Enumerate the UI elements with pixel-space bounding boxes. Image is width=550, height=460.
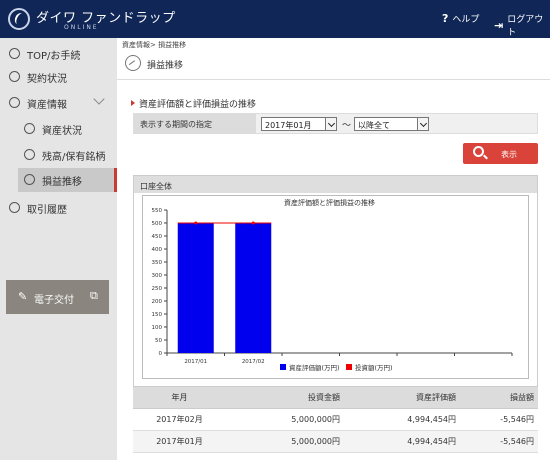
show-button[interactable]: 表示 (463, 143, 538, 164)
sidebar-item-asset-status[interactable]: 資産状況 (0, 117, 117, 141)
history-icon (9, 202, 20, 213)
search-icon (473, 146, 484, 157)
logout-icon: ⇥ (494, 18, 504, 32)
trend-icon (125, 55, 141, 71)
pl-chart: 資産評価額と評価損益の推移 0 50 100 150 200 250 300 350 400 450… (152, 198, 513, 372)
balance-icon (24, 149, 35, 160)
ebook-label: 電子交付 (34, 295, 74, 306)
logout-label: ログアウト (507, 15, 544, 38)
y-tick-label: 100 (152, 325, 163, 331)
table-row: 2017年02月 5,000,000円 4,994,454円 -5,546円 (133, 408, 538, 431)
y-tick-label: 400 (152, 247, 163, 253)
sidebar-item-label: TOP/お手続 (27, 51, 81, 62)
chart-title: 資産評価額と評価損益の推移 (284, 198, 375, 207)
sidebar-item-label: 損益推移 (42, 177, 82, 188)
logo-icon (8, 8, 30, 30)
sidebar-item-label: 残高/保有銘柄 (42, 152, 106, 163)
sidebar-item-top[interactable]: TOP/お手続 (0, 42, 117, 66)
sidebar-item-balance[interactable]: 残高/保有銘柄 (0, 143, 117, 167)
sidebar-item-label: 取引履歴 (27, 205, 67, 216)
question-icon: ? (442, 12, 449, 25)
period-label: 表示する期間の指定 (134, 114, 256, 133)
col-header-valuation: 資産評価額 (344, 387, 460, 409)
cell-valuation: 4,994,454円 (344, 430, 460, 453)
page-header: 損益推移 (117, 49, 550, 80)
panel-title: 口座全体 (134, 176, 537, 193)
brand-subtitle: ONLINE (64, 24, 99, 31)
period-from-select[interactable]: 2017年01月 (261, 117, 337, 131)
col-header-investment: 投資金額 (226, 387, 344, 409)
ebook-button[interactable]: ✎ 電子交付 ⧉ (6, 280, 109, 314)
cell-investment: 5,000,000円 (226, 430, 344, 453)
home-icon (9, 48, 20, 59)
y-tick-label: 450 (152, 234, 163, 240)
help-label: ヘルプ (452, 15, 480, 25)
chevron-down-icon (417, 118, 428, 130)
page-title: 損益推移 (147, 61, 184, 71)
cell-pl: -5,546円 (460, 430, 538, 453)
help-button[interactable]: ? ヘルプ (442, 12, 479, 25)
top-bar: ダイワ ファンドラップ ONLINE ? ヘルプ ⇥ ログアウト (0, 0, 550, 38)
y-tick-label: 500 (152, 221, 163, 227)
period-separator: 〜 (342, 121, 352, 131)
sidebar-item-assets[interactable]: 資産情報 (0, 91, 117, 115)
period-filter: 表示する期間の指定 2017年01月 〜 以降全て (133, 113, 538, 134)
sidebar-item-contract[interactable]: 契約状況 (0, 65, 117, 89)
show-button-label: 表示 (501, 150, 517, 159)
y-tick-label: 200 (152, 299, 163, 305)
asset-status-icon (24, 123, 35, 134)
section-title-text: 資産評価額と評価損益の推移 (139, 100, 257, 110)
bar-2017/02 (235, 223, 272, 353)
trend-icon (24, 174, 35, 185)
col-header-month: 年月 (133, 387, 226, 409)
sidebar-item-label: 契約状況 (27, 74, 67, 85)
x-tick-label: 2017/02 (242, 359, 265, 365)
sidebar-item-label: 資産状況 (42, 126, 82, 137)
contract-icon (9, 71, 20, 82)
y-tick-label: 550 (152, 208, 163, 214)
sidebar: TOP/お手続 契約状況 資産情報 資産状況 残高/保有銘柄 損益推移 取引履歴 (0, 38, 117, 460)
chevron-down-icon (325, 118, 336, 130)
logout-button[interactable]: ⇥ ログアウト (494, 12, 550, 38)
table-row: 2017年01月 5,000,000円 4,994,454円 -5,546円 (133, 430, 538, 453)
legend-label-valuation: 資産評価額(万円) (289, 363, 340, 372)
sidebar-item-label: 資産情報 (27, 100, 67, 111)
asset-icon (9, 97, 20, 108)
chart-container: 資産評価額と評価損益の推移 0 50 100 150 200 250 300 350 400 450… (142, 195, 529, 379)
y-tick-label: 250 (152, 286, 163, 292)
external-link-icon: ⧉ (90, 289, 98, 302)
legend-swatch-investment (346, 364, 352, 370)
chevron-down-icon (93, 93, 105, 105)
cell-valuation: 4,994,454円 (344, 408, 460, 431)
y-tick-label: 300 (152, 273, 163, 279)
section-title: 資産評価額と評価損益の推移 (131, 97, 256, 110)
y-tick-label: 350 (152, 260, 163, 266)
x-tick-label: 2017/01 (184, 359, 207, 365)
cell-month: 2017年01月 (133, 430, 226, 453)
brand-title: ダイワ ファンドラップ (36, 11, 176, 26)
period-to-select[interactable]: 以降全て (354, 117, 429, 131)
sidebar-item-pl-trend[interactable]: 損益推移 (18, 168, 117, 192)
col-header-pl: 損益額 (460, 387, 538, 409)
cell-investment: 5,000,000円 (226, 408, 344, 431)
pen-icon: ✎ (18, 290, 28, 303)
bar-2017/01 (177, 223, 214, 353)
cell-pl: -5,546円 (460, 408, 538, 431)
y-tick-label: 0 (159, 351, 163, 357)
y-tick-label: 150 (152, 312, 163, 318)
period-from-value: 2017年01月 (265, 121, 312, 130)
investment-point-2017/01 (194, 221, 198, 225)
legend-label-investment: 投資額(万円) (355, 363, 393, 372)
investment-point-2017/02 (251, 221, 255, 225)
period-to-value: 以降全て (358, 121, 390, 130)
legend-swatch-valuation (280, 364, 286, 370)
cell-month: 2017年02月 (133, 408, 226, 431)
table-header-row: 年月 投資金額 資産評価額 損益額 (133, 387, 538, 409)
y-tick-label: 50 (155, 338, 162, 344)
pl-table: 年月 投資金額 資産評価額 損益額 2017年02月 5,000,000円 4,… (133, 387, 538, 453)
sidebar-item-history[interactable]: 取引履歴 (0, 196, 117, 220)
